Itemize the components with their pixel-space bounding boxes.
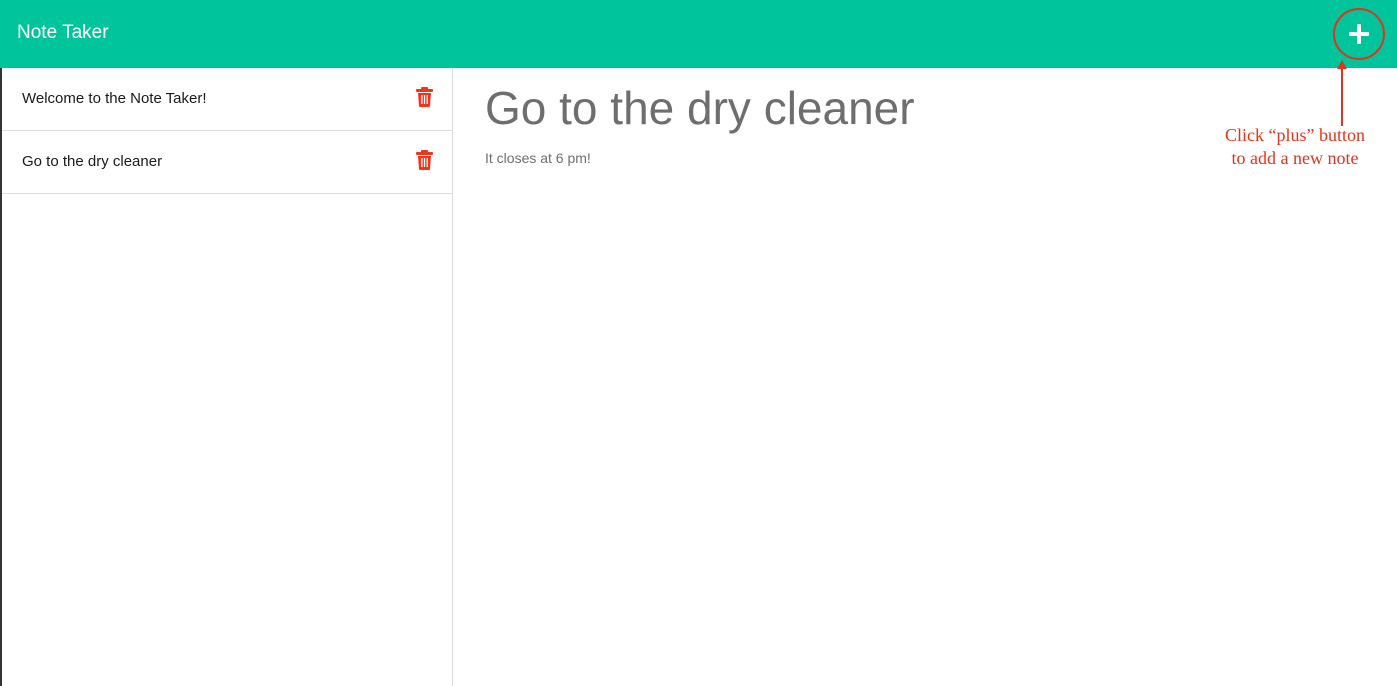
note-list-item-title: Welcome to the Note Taker! [22,90,207,107]
note-editor: Go to the dry cleaner It closes at 6 pm! [453,68,1397,686]
new-note-button[interactable] [1333,8,1385,60]
note-list-panel: Welcome to the Note Taker! Go to the dry… [0,68,453,686]
brand-title[interactable]: Note Taker [17,21,109,45]
plus-icon [1349,24,1369,44]
note-list-item[interactable]: Go to the dry cleaner [2,131,452,194]
note-list-item-title: Go to the dry cleaner [22,153,163,170]
note-list: Welcome to the Note Taker! Go to the dry… [2,68,452,194]
trash-icon[interactable] [416,87,433,107]
note-list-item[interactable]: Welcome to the Note Taker! [2,68,452,131]
note-title-field[interactable]: Go to the dry cleaner [485,82,915,134]
note-text-field[interactable]: It closes at 6 pm! [485,149,591,167]
trash-icon[interactable] [416,150,433,170]
navbar: Note Taker [0,0,1397,68]
